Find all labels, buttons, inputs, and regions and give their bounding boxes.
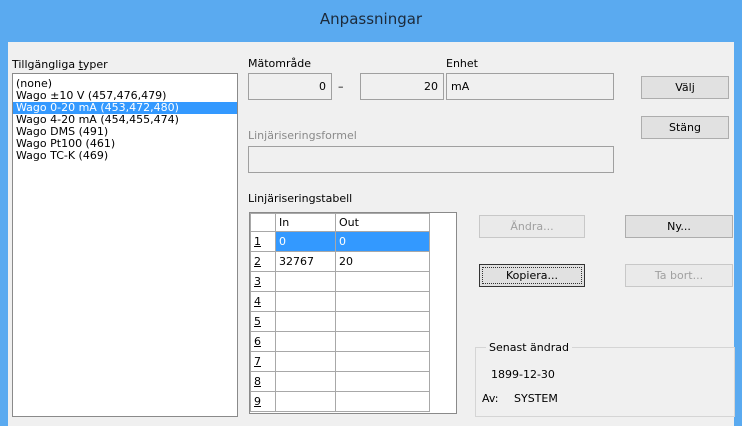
cell-in[interactable]	[275, 351, 336, 372]
formula-label: Linjäriseringsformel	[248, 129, 357, 142]
table-filler-cell	[429, 213, 456, 232]
last-changed-group: Senast ändrad 1899-12-30 Av: SYSTEM	[475, 341, 735, 417]
unit-label: Enhet	[446, 57, 478, 70]
table-row[interactable]: 2 32767 20	[250, 251, 457, 272]
linearization-table[interactable]: In Out 1 0 0 2 32767 20 3 4 5 6 7 8 9	[249, 212, 457, 414]
close-button[interactable]: Stäng	[641, 116, 729, 139]
last-changed-date: 1899-12-30	[491, 368, 555, 381]
cell-out[interactable]	[335, 311, 430, 332]
cell-in[interactable]	[275, 311, 336, 332]
table-corner-cell	[250, 213, 276, 232]
cell-in[interactable]	[275, 291, 336, 312]
changed-by-label: Av:	[482, 392, 499, 405]
last-changed-legend: Senast ändrad	[486, 341, 572, 354]
cell-in[interactable]	[275, 391, 336, 412]
table-row[interactable]: 8	[250, 371, 457, 392]
cell-in[interactable]: 32767	[275, 251, 336, 272]
changed-by-value: SYSTEM	[514, 392, 558, 405]
select-button[interactable]: Välj	[641, 76, 729, 99]
cell-out[interactable]	[335, 331, 430, 352]
dialog-window: Anpassningar Tillgängliga typer (none) W…	[0, 0, 742, 426]
cell-out[interactable]	[335, 291, 430, 312]
cell-out[interactable]: 20	[335, 251, 430, 272]
unit-field[interactable]: mA	[446, 73, 614, 100]
table-filler-cell	[430, 252, 457, 272]
types-list-item[interactable]: Wago TC-K (469)	[13, 150, 237, 162]
range-label: Mätområde	[248, 57, 312, 70]
cell-in[interactable]: 0	[275, 231, 336, 252]
table-filler-cell	[430, 292, 457, 312]
cell-out[interactable]	[335, 371, 430, 392]
range-separator: –	[338, 80, 344, 93]
formula-field[interactable]	[248, 146, 614, 173]
cell-in[interactable]	[275, 371, 336, 392]
types-listbox[interactable]: (none) Wago ±10 V (457,476,479) Wago 0-2…	[12, 73, 238, 417]
table-row[interactable]: 7	[250, 351, 457, 372]
column-header-out[interactable]: Out	[335, 213, 430, 232]
cell-in[interactable]	[275, 331, 336, 352]
table-filler-cell	[430, 232, 457, 252]
table-filler-cell	[430, 372, 457, 392]
range-max-field[interactable]: 20	[360, 73, 444, 100]
row-number: 3	[250, 271, 276, 292]
table-row[interactable]: 6	[250, 331, 457, 352]
table-row[interactable]: 1 0 0	[250, 231, 457, 252]
table-label: Linjäriseringstabell	[248, 192, 353, 205]
cell-in[interactable]	[275, 271, 336, 292]
edit-button[interactable]: Ändra...	[479, 215, 585, 238]
row-number: 5	[250, 311, 276, 332]
window-title: Anpassningar	[319, 10, 423, 28]
table-row[interactable]: 4	[250, 291, 457, 312]
new-button[interactable]: Ny...	[625, 215, 733, 238]
cell-out[interactable]	[335, 391, 430, 412]
types-label-prefix: Tillgängliga	[12, 58, 79, 71]
types-label: Tillgängliga typer	[12, 58, 108, 71]
dialog-client-area: Tillgängliga typer (none) Wago ±10 V (45…	[8, 42, 735, 426]
row-number: 1	[250, 231, 276, 252]
table-row[interactable]: 5	[250, 311, 457, 332]
row-number: 6	[250, 331, 276, 352]
delete-button[interactable]: Ta bort...	[625, 264, 733, 287]
cell-out[interactable]	[335, 271, 430, 292]
row-number: 4	[250, 291, 276, 312]
range-min-field[interactable]: 0	[248, 73, 332, 100]
table-header-row: In Out	[250, 213, 456, 232]
table-row[interactable]: 9	[250, 391, 457, 412]
cell-out[interactable]	[335, 351, 430, 372]
copy-button[interactable]: Kopiera...	[479, 264, 585, 287]
row-number: 8	[250, 371, 276, 392]
table-filler-cell	[430, 392, 457, 412]
row-number: 7	[250, 351, 276, 372]
table-row[interactable]: 3	[250, 271, 457, 292]
row-number: 2	[250, 251, 276, 272]
table-filler-cell	[430, 332, 457, 352]
cell-out[interactable]: 0	[335, 231, 430, 252]
types-label-suffix: yper	[82, 58, 108, 71]
table-filler-cell	[430, 272, 457, 292]
table-filler-cell	[430, 312, 457, 332]
table-filler-cell	[430, 352, 457, 372]
row-number: 9	[250, 391, 276, 412]
column-header-in[interactable]: In	[275, 213, 336, 232]
